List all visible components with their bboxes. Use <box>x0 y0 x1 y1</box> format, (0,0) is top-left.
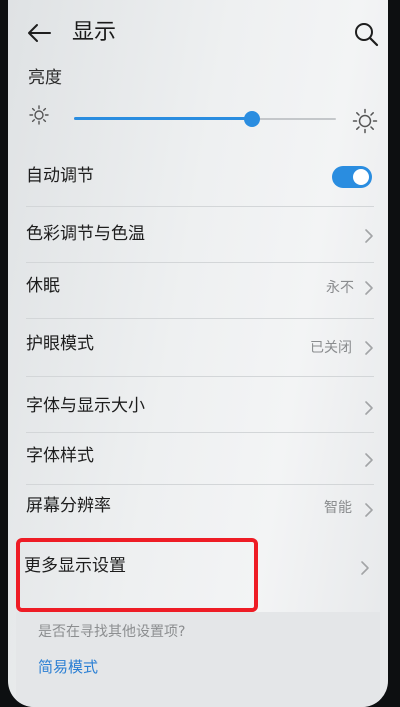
chevron-right-icon <box>365 503 373 517</box>
sun-small-icon <box>28 104 50 126</box>
divider <box>26 206 374 207</box>
display-settings-screen: 显示 亮度 自动调节 色彩调节与色温 休眠 永不 护眼模式 已关闭 字体与显示大… <box>8 0 388 707</box>
search-button[interactable] <box>352 20 380 48</box>
row-eye-comfort[interactable]: 护眼模式 已关闭 <box>8 320 388 372</box>
row-font-style[interactable]: 字体样式 <box>8 434 388 484</box>
row-label: 护眼模式 <box>26 334 94 354</box>
page-title: 显示 <box>72 20 117 45</box>
row-value: 智能 <box>324 500 352 516</box>
row-value: 已关闭 <box>310 340 352 356</box>
row-color-temperature[interactable]: 色彩调节与色温 <box>8 208 388 260</box>
highlight-frame <box>16 538 258 612</box>
divider <box>26 318 374 319</box>
chevron-right-icon <box>365 341 373 355</box>
simple-mode-link[interactable]: 简易模式 <box>38 656 98 678</box>
arrow-left-icon <box>28 24 51 42</box>
brightness-slider[interactable] <box>74 104 336 134</box>
row-label: 休眠 <box>26 276 60 296</box>
chevron-right-icon <box>365 281 373 295</box>
auto-adjust-row[interactable]: 自动调节 <box>8 150 388 204</box>
auto-adjust-label: 自动调节 <box>26 166 94 186</box>
chevron-right-icon <box>361 561 369 575</box>
phone-frame: 显示 亮度 自动调节 色彩调节与色温 休眠 永不 护眼模式 已关闭 字体与显示大… <box>0 0 400 707</box>
row-font-display-size[interactable]: 字体与显示大小 <box>8 378 388 432</box>
brightness-label: 亮度 <box>28 68 62 88</box>
row-sleep[interactable]: 休眠 永不 <box>8 262 388 314</box>
divider <box>26 484 374 485</box>
row-label: 字体样式 <box>26 446 94 466</box>
auto-adjust-toggle[interactable] <box>332 166 372 188</box>
sun-large-icon <box>352 108 378 134</box>
chevron-right-icon <box>365 401 373 415</box>
row-label: 屏幕分辨率 <box>26 496 111 516</box>
divider <box>26 432 374 433</box>
row-screen-resolution[interactable]: 屏幕分辨率 智能 <box>8 486 388 536</box>
suggestion-question: 是否在寻找其他设置项? <box>38 624 186 640</box>
chevron-right-icon <box>365 229 373 243</box>
row-value: 永不 <box>326 280 354 296</box>
toggle-knob <box>353 169 369 185</box>
divider <box>26 376 374 377</box>
row-label: 字体与显示大小 <box>26 396 145 416</box>
search-icon <box>355 23 379 47</box>
slider-fill <box>74 117 253 120</box>
row-label: 色彩调节与色温 <box>26 224 145 244</box>
slider-thumb[interactable] <box>244 111 261 127</box>
back-button[interactable] <box>24 18 54 48</box>
chevron-right-icon <box>365 453 373 467</box>
